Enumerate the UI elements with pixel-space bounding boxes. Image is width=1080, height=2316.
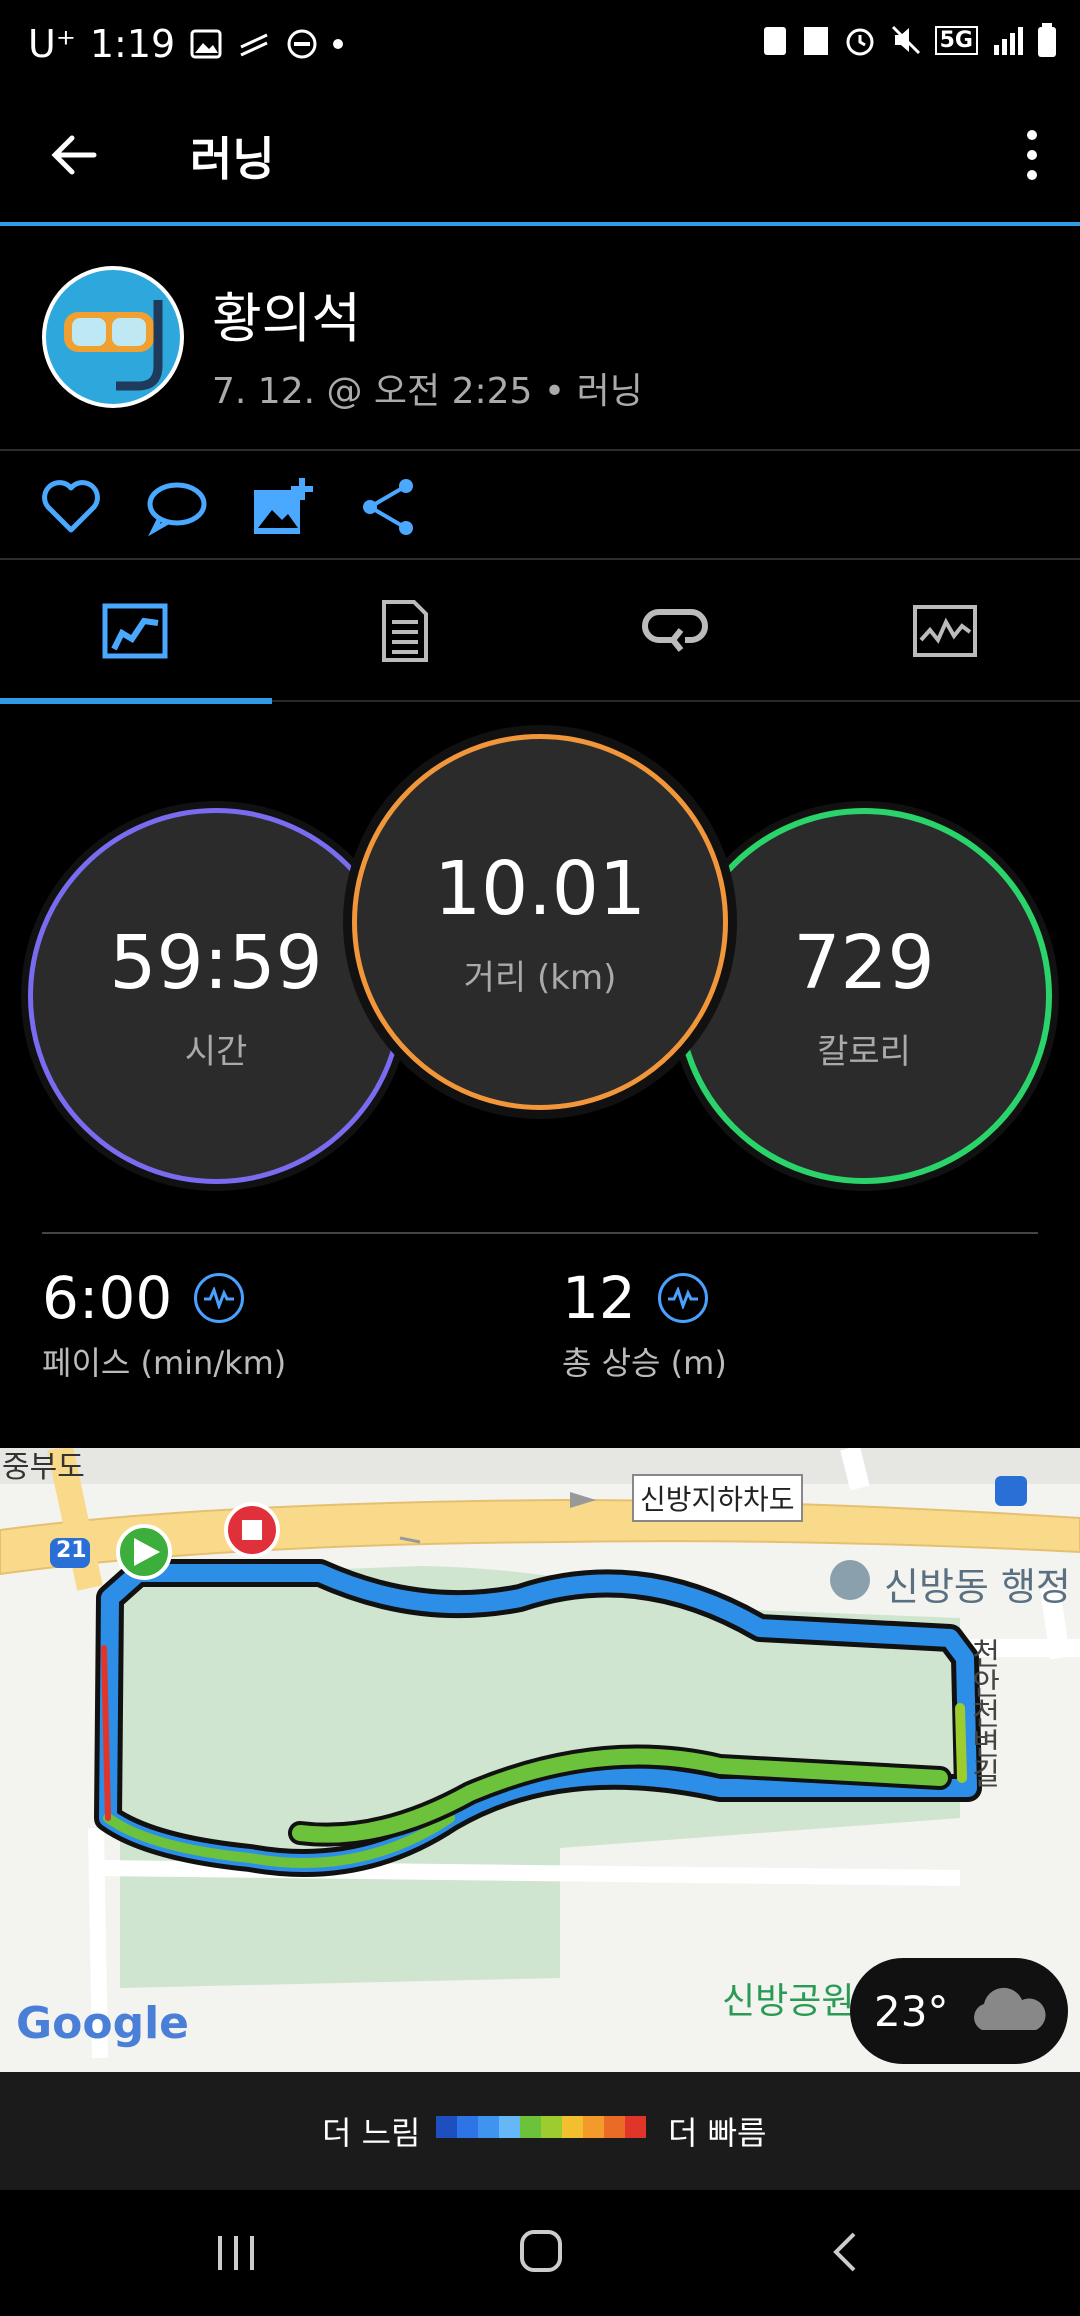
home-icon[interactable] bbox=[518, 2228, 564, 2274]
back-nav-icon[interactable] bbox=[830, 2230, 860, 2274]
mute-icon bbox=[891, 25, 920, 55]
weather-chip: 23° bbox=[850, 1958, 1068, 2064]
legend-swatch bbox=[541, 2116, 562, 2138]
building-icon bbox=[803, 27, 828, 55]
notification-dot-icon bbox=[333, 39, 344, 49]
do-not-disturb-icon bbox=[287, 29, 317, 59]
document-icon bbox=[382, 600, 428, 662]
system-nav-bar bbox=[0, 2190, 1080, 2316]
lap-loop-icon bbox=[642, 609, 708, 652]
calories-label: 칼로리 bbox=[817, 1031, 911, 1072]
graph-icon bbox=[913, 605, 977, 657]
pace-color-scale bbox=[436, 2116, 646, 2138]
legend-swatch bbox=[625, 2116, 646, 2138]
route-map[interactable]: 중부도 신방지하차도 21 신방동 행정 천안천변길 신방공원 Google 2… bbox=[0, 1448, 1080, 2072]
tab-charts[interactable] bbox=[810, 560, 1080, 702]
legend-swatch bbox=[520, 2116, 541, 2138]
cloud-icon bbox=[974, 1987, 1047, 2030]
google-logo: Google bbox=[16, 1998, 189, 2049]
recycle-icon bbox=[763, 27, 786, 55]
ascent-value: 12 bbox=[562, 1264, 636, 1332]
page-title: 러닝 bbox=[190, 132, 275, 186]
tab-stats[interactable] bbox=[270, 560, 540, 702]
add-photo-icon[interactable] bbox=[250, 474, 316, 540]
activity-pulse-icon[interactable] bbox=[194, 1273, 245, 1323]
underpass-label: 신방지하차도 bbox=[632, 1474, 803, 1522]
divider bbox=[0, 449, 1080, 451]
distance-value: 10.01 bbox=[434, 845, 646, 932]
ascent-stat: 12 총 상승 (m) bbox=[562, 1232, 1038, 1384]
office-label: 신방동 행정 bbox=[884, 1565, 1071, 1609]
snorkel-mask-icon bbox=[64, 300, 163, 391]
activity-pulse-icon[interactable] bbox=[657, 1273, 708, 1323]
status-bar: U⁺ 1:19 5G bbox=[0, 0, 1080, 95]
legend-swatch bbox=[457, 2116, 478, 2138]
detail-tabs bbox=[0, 560, 1080, 702]
comment-icon[interactable] bbox=[144, 474, 210, 540]
clock: 1:19 bbox=[89, 22, 176, 66]
park-label: 신방공원 bbox=[722, 1981, 855, 2022]
pace-value: 6:00 bbox=[42, 1264, 173, 1332]
time-label: 시간 bbox=[184, 1031, 248, 1072]
distance-label: 거리 (km) bbox=[463, 957, 617, 998]
pace-stat: 6:00 페이스 (min/km) bbox=[42, 1232, 562, 1384]
legend-fast-label: 더 빠름 bbox=[668, 2114, 767, 2152]
time-value: 59:59 bbox=[109, 919, 323, 1006]
signal-icon bbox=[994, 27, 1023, 55]
calories-circle: 729 칼로리 bbox=[676, 808, 1052, 1184]
legend-swatch bbox=[583, 2116, 604, 2138]
divider bbox=[562, 1232, 1038, 1234]
ascent-label: 총 상승 (m) bbox=[562, 1344, 727, 1382]
legend-swatch bbox=[436, 2116, 457, 2138]
avatar[interactable] bbox=[42, 266, 184, 408]
data-saver-icon bbox=[240, 33, 268, 57]
street-label: 천안천변길 bbox=[965, 1638, 1000, 1788]
gallery-icon bbox=[190, 29, 222, 59]
route-number: 21 bbox=[56, 1538, 87, 1563]
action-bar bbox=[0, 452, 1080, 558]
activity-meta: 7. 12. @ 오전 2:25 • 러닝 bbox=[212, 371, 643, 412]
tab-overview[interactable] bbox=[0, 560, 270, 702]
overview-chart-icon bbox=[102, 603, 168, 659]
app-header: 러닝 bbox=[0, 95, 1080, 225]
more-options-icon[interactable] bbox=[1012, 125, 1052, 185]
pace-label: 페이스 (min/km) bbox=[42, 1344, 287, 1382]
legend-swatch bbox=[604, 2116, 625, 2138]
user-name: 황의석 bbox=[212, 287, 362, 350]
distance-circle: 10.01 거리 (km) bbox=[352, 734, 728, 1110]
legend-swatch bbox=[499, 2116, 520, 2138]
network-type: 5G bbox=[934, 25, 978, 55]
pace-legend: 더 느림 더 빠름 bbox=[0, 2072, 1080, 2190]
time-circle: 59:59 시간 bbox=[28, 808, 404, 1184]
calories-value: 729 bbox=[793, 919, 935, 1006]
legend-slow-label: 더 느림 bbox=[322, 2114, 421, 2152]
tab-laps[interactable] bbox=[540, 560, 810, 702]
temperature: 23° bbox=[874, 1986, 949, 2036]
tab-indicator bbox=[0, 698, 272, 704]
legend-swatch bbox=[478, 2116, 499, 2138]
back-arrow-icon[interactable] bbox=[44, 125, 104, 185]
battery-icon bbox=[1038, 23, 1056, 57]
alarm-icon bbox=[846, 28, 874, 56]
recent-apps-icon[interactable] bbox=[214, 2232, 258, 2274]
activity-owner: 황의석 7. 12. @ 오전 2:25 • 러닝 bbox=[0, 226, 1080, 450]
divider bbox=[42, 1232, 562, 1234]
legend-swatch bbox=[562, 2116, 583, 2138]
carrier-label: U⁺ bbox=[28, 22, 76, 66]
road-label: 중부도 bbox=[2, 1450, 85, 1485]
like-heart-icon[interactable] bbox=[38, 474, 104, 540]
share-icon[interactable] bbox=[356, 474, 422, 540]
